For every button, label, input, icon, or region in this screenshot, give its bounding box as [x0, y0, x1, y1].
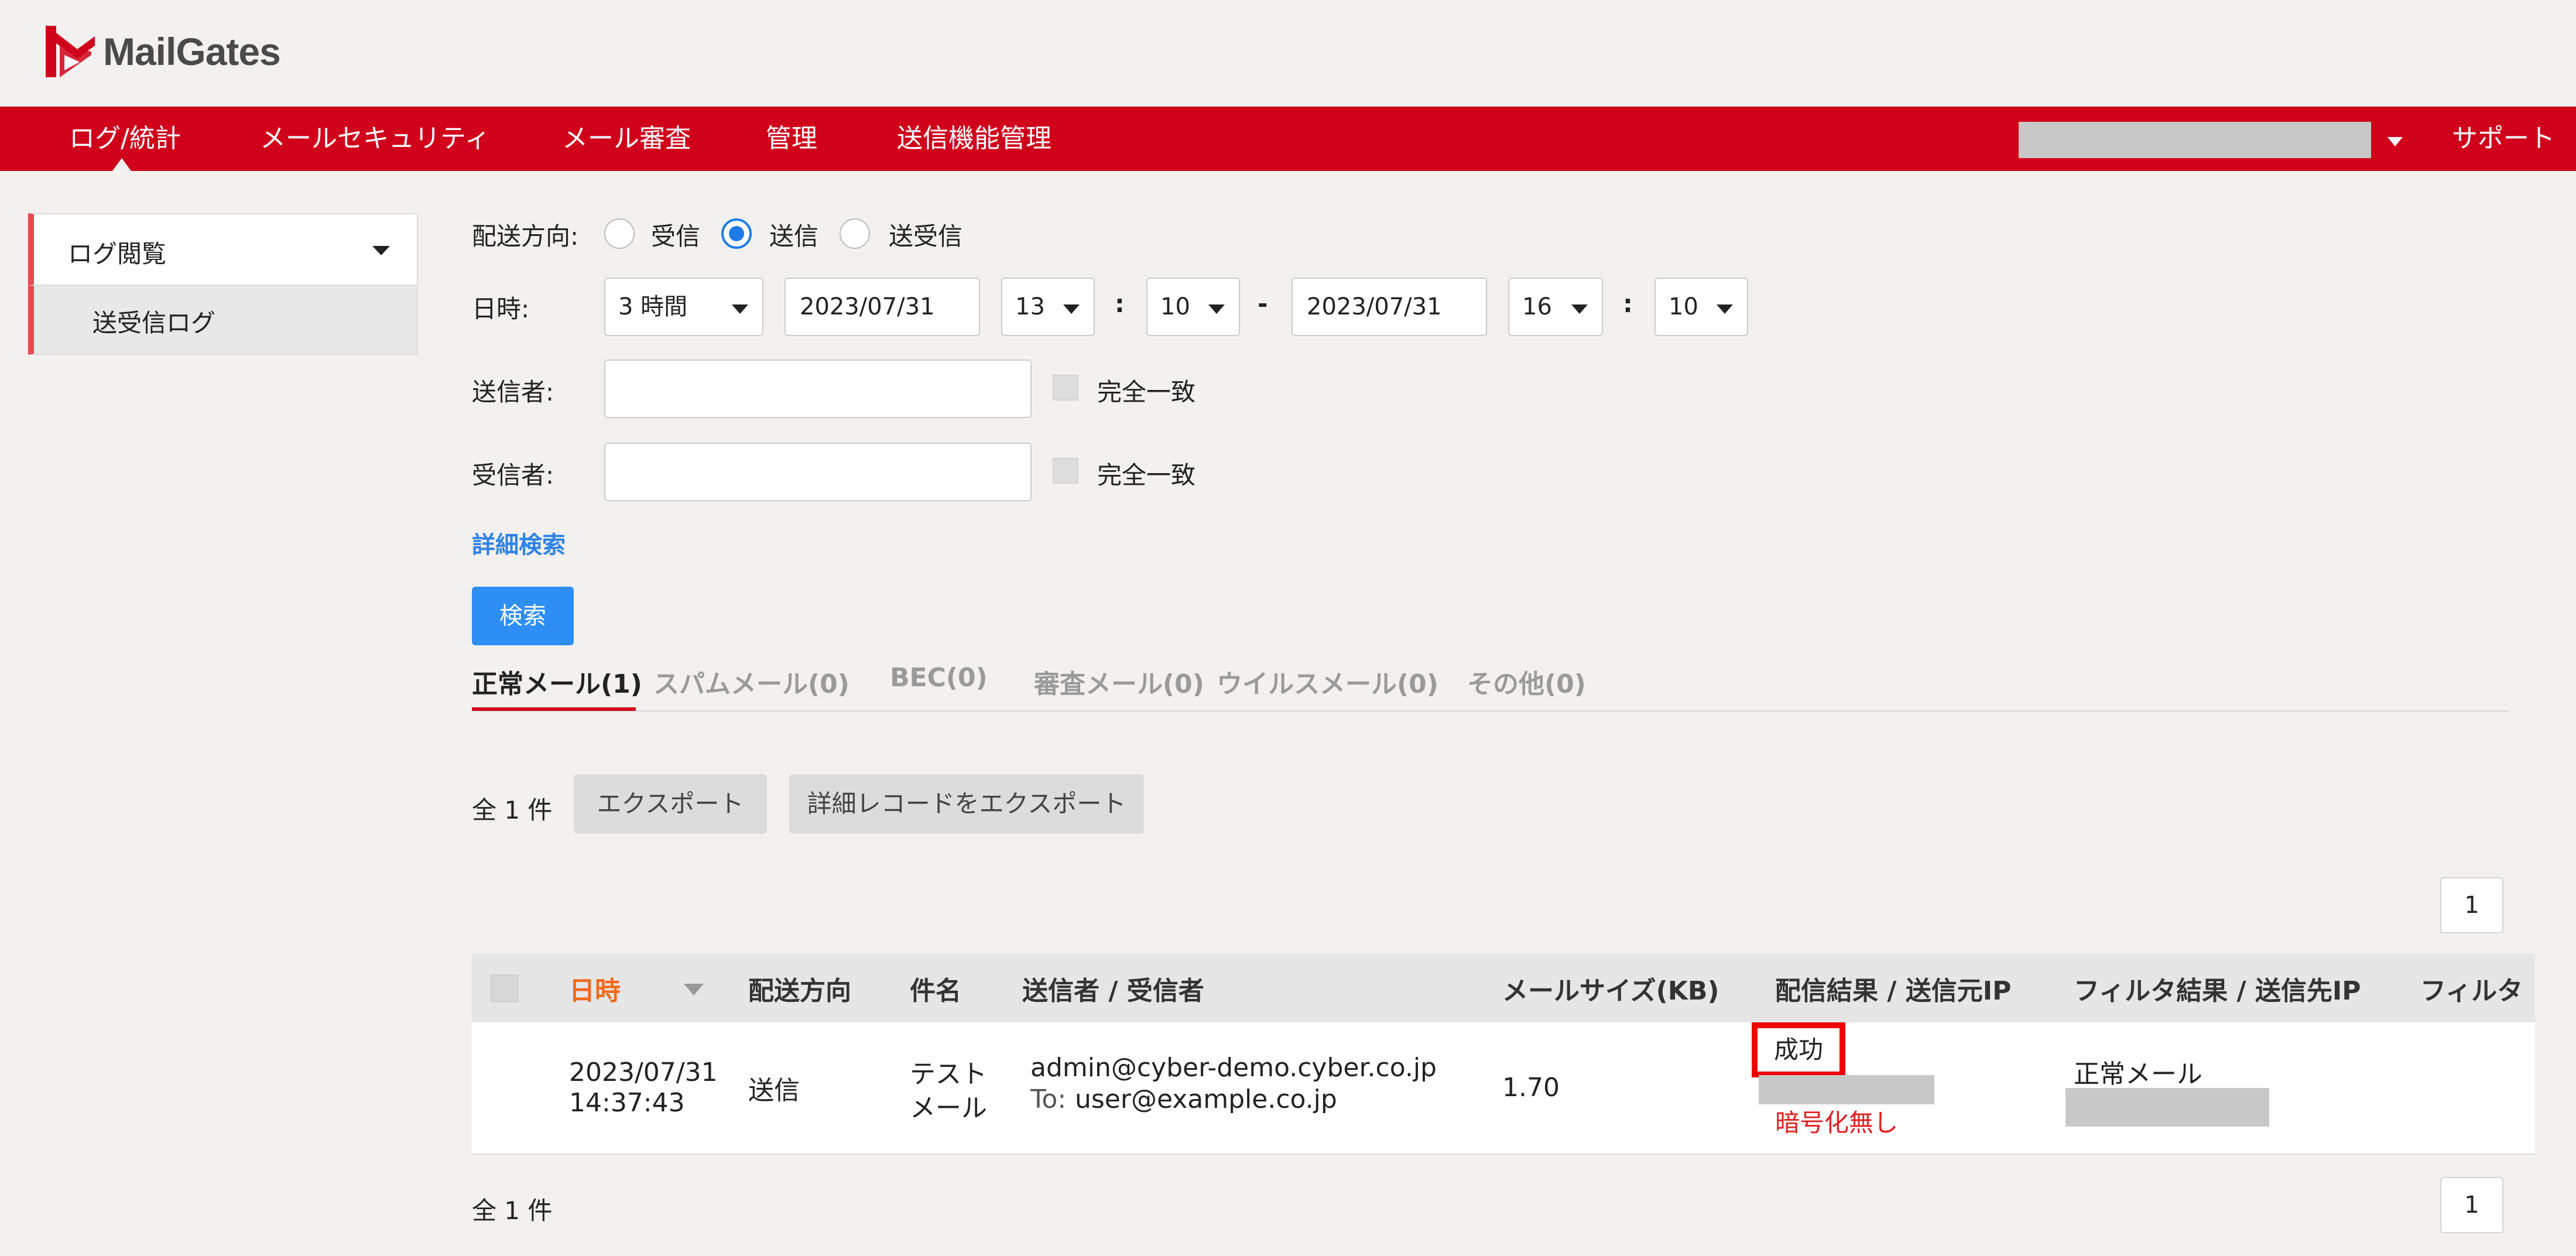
table-row[interactable]: 2023/07/31 14:37:43 送信 テスト メール admin@cyb…: [472, 1022, 2535, 1155]
time-colon: :: [1623, 289, 1633, 318]
export-button[interactable]: エクスポート: [574, 774, 767, 834]
column-header-filter: フィルタ: [2420, 976, 2523, 1006]
radio-send-receive[interactable]: [840, 218, 870, 249]
direction-label: 配送方向:: [472, 222, 579, 251]
chevron-down-icon: [372, 246, 390, 255]
nav-item-support[interactable]: サポート: [2452, 107, 2555, 171]
nav-item-send-management[interactable]: 送信機能管理: [897, 107, 1051, 171]
radio-send[interactable]: [721, 218, 752, 249]
recipient-label: 受信者:: [472, 461, 554, 490]
export-detail-button[interactable]: 詳細レコードをエクスポート: [789, 774, 1144, 834]
account-selector[interactable]: [2019, 122, 2371, 158]
datetime-label: 日時:: [472, 295, 530, 323]
column-header-mail-size: メールサイズ(KB): [1502, 976, 1719, 1006]
chevron-down-icon[interactable]: [2387, 137, 2403, 146]
time-colon: :: [1115, 289, 1125, 318]
sidebar-item-label: 送受信ログ: [93, 309, 216, 337]
sidebar-item-send-receive-log[interactable]: 送受信ログ: [28, 286, 418, 355]
tab-spam-mail[interactable]: スパムメール(0): [653, 663, 849, 700]
from-hour-select[interactable]: 13: [1001, 278, 1095, 336]
radio-send-receive-label: 送受信: [889, 222, 963, 251]
main-nav: ログ/統計 メールセキュリティ メール審査 管理 送信機能管理 サポート: [0, 107, 2576, 171]
total-count: 全 1 件: [472, 796, 553, 824]
row-mail-size: 1.70: [1502, 1073, 1560, 1103]
mailgates-logo-icon: [46, 26, 95, 77]
recipient-exact-match-label: 完全一致: [1097, 461, 1196, 490]
tab-normal-mail[interactable]: 正常メール(1): [472, 663, 642, 700]
range-select[interactable]: 3 時間: [604, 278, 763, 336]
sender-label: 送信者:: [472, 378, 554, 406]
row-to-prefix: To:: [1030, 1084, 1067, 1114]
row-recipient[interactable]: user@example.co.jp: [1075, 1084, 1337, 1114]
column-header-sender-recipient: 送信者 / 受信者: [1022, 976, 1204, 1006]
radio-receive-label: 受信: [651, 222, 701, 251]
from-minute-select[interactable]: 10: [1146, 278, 1240, 336]
total-count-bottom: 全 1 件: [472, 1196, 553, 1225]
column-header-datetime[interactable]: 日時: [569, 970, 621, 1007]
row-direction: 送信: [748, 1076, 800, 1106]
tab-virus-mail[interactable]: ウイルスメール(0): [1217, 663, 1438, 700]
from-date-input[interactable]: 2023/07/31: [785, 278, 980, 336]
column-header-direction: 配送方向: [748, 976, 851, 1006]
select-all-checkbox[interactable]: [491, 974, 519, 1002]
row-date: 2023/07/31: [569, 1057, 718, 1087]
redacted-destination-ip: [2065, 1088, 2269, 1127]
pagination-page-bottom[interactable]: 1: [2440, 1177, 2503, 1233]
redacted-source-ip: [1759, 1075, 1934, 1104]
recipient-input[interactable]: [604, 443, 1032, 501]
column-header-delivery-result: 配信結果 / 送信元IP: [1775, 976, 2012, 1006]
tab-other[interactable]: その他(0): [1467, 663, 1586, 700]
row-subject-line2: メール: [910, 1093, 987, 1123]
search-button[interactable]: 検索: [472, 587, 574, 645]
tab-bec[interactable]: BEC(0): [890, 663, 988, 693]
tab-review-mail[interactable]: 審査メール(0): [1034, 663, 1204, 700]
sort-down-icon[interactable]: [684, 984, 704, 995]
row-filter-result: 正常メール: [2074, 1059, 2202, 1089]
to-minute-select[interactable]: 10: [1654, 278, 1748, 336]
column-header-filter-result: フィルタ結果 / 送信先IP: [2074, 976, 2361, 1006]
radio-send-label: 送信: [769, 222, 819, 251]
row-subject-line1: テスト: [910, 1059, 987, 1089]
sidebar: ログ閲覧 送受信ログ: [28, 213, 418, 355]
recipient-exact-match-checkbox[interactable]: [1053, 458, 1078, 484]
logo-text: MailGates: [103, 30, 281, 73]
active-nav-indicator: [112, 158, 131, 171]
column-header-subject: 件名: [910, 976, 961, 1006]
nav-item-admin[interactable]: 管理: [766, 107, 817, 171]
table-header: 日時 配送方向 件名 送信者 / 受信者 メールサイズ(KB) 配信結果 / 送…: [472, 953, 2535, 1022]
delivery-status-badge: 成功: [1752, 1022, 1845, 1077]
sender-exact-match-label: 完全一致: [1097, 378, 1196, 406]
radio-receive[interactable]: [604, 218, 635, 249]
to-hour-select[interactable]: 16: [1508, 278, 1603, 336]
sidebar-section-label: ログ閲覧: [68, 239, 167, 268]
range-dash: -: [1258, 289, 1268, 318]
row-sender[interactable]: admin@cyber-demo.cyber.co.jp: [1030, 1053, 1437, 1083]
sidebar-section-log-view[interactable]: ログ閲覧: [28, 213, 418, 286]
pagination-page-top[interactable]: 1: [2440, 877, 2503, 933]
nav-item-mail-security[interactable]: メールセキュリティ: [260, 107, 490, 171]
sender-exact-match-checkbox[interactable]: [1053, 375, 1078, 401]
row-time: 14:37:43: [569, 1088, 685, 1118]
active-tab-indicator: [472, 707, 636, 711]
mailgates-logo[interactable]: MailGates: [42, 20, 281, 83]
encryption-status: 暗号化無し: [1775, 1108, 1899, 1137]
advanced-search-link[interactable]: 詳細検索: [472, 526, 566, 560]
to-date-input[interactable]: 2023/07/31: [1292, 278, 1487, 336]
result-tabs: 正常メール(1) スパムメール(0) BEC(0) 審査メール(0) ウイルスメ…: [472, 658, 2508, 712]
nav-item-mail-review[interactable]: メール審査: [562, 107, 691, 171]
sender-input[interactable]: [604, 360, 1032, 418]
